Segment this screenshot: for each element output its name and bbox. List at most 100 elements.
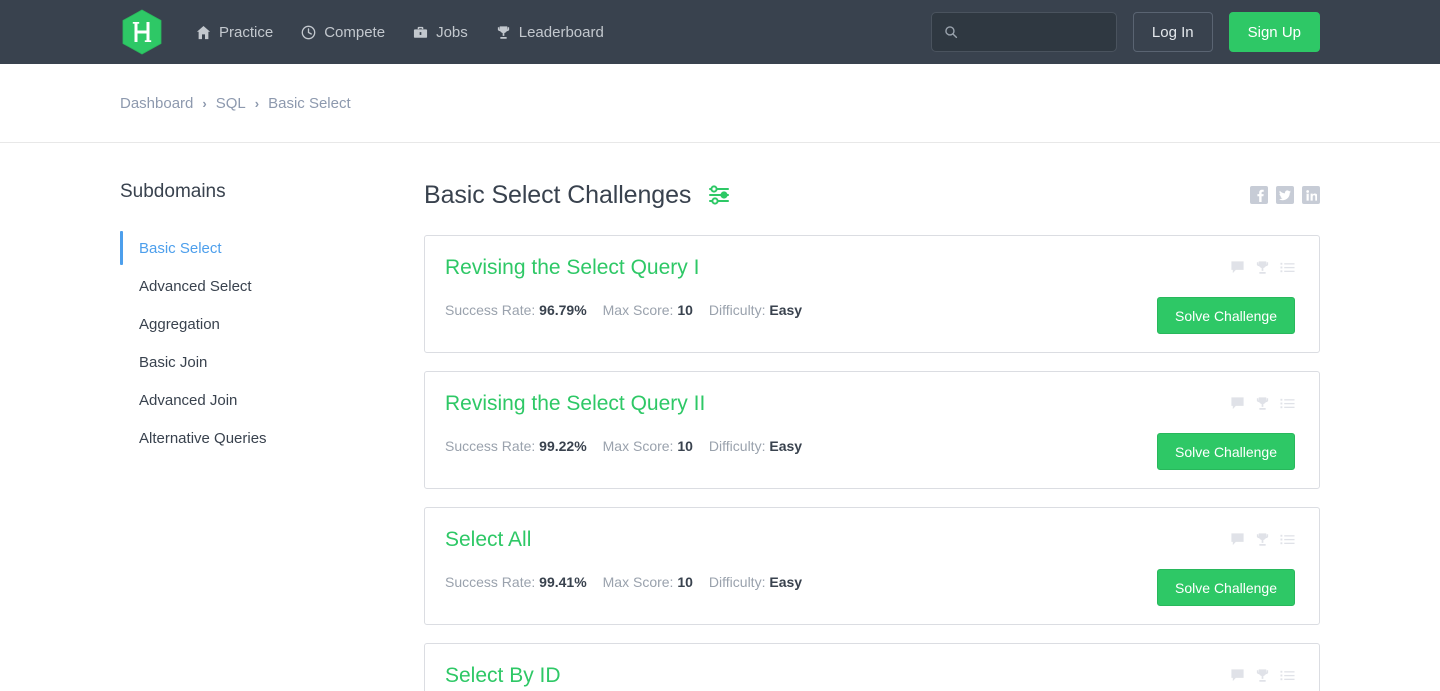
page-title: Basic Select Challenges: [424, 180, 692, 209]
leaderboard-trophy-icon[interactable]: [1255, 668, 1270, 683]
challenge-stats: Success Rate: 99.41% Max Score: 10 Diffi…: [445, 574, 802, 590]
difficulty-stat: Difficulty: Easy: [709, 438, 802, 454]
challenge-card[interactable]: Revising the Select Query I Success Rate…: [424, 235, 1320, 353]
facebook-share-icon[interactable]: [1250, 186, 1268, 204]
sidebar-item-alternative-queries[interactable]: Alternative Queries: [120, 419, 424, 457]
leaderboard-trophy-icon[interactable]: [1255, 532, 1270, 547]
discussions-icon[interactable]: [1230, 668, 1245, 683]
challenge-card-top: Select By ID: [445, 662, 1295, 689]
page-body: Subdomains Basic Select Advanced Select …: [0, 143, 1440, 691]
challenge-card-icons: [1230, 662, 1295, 683]
difficulty-value: Easy: [769, 438, 803, 455]
difficulty-stat: Difficulty: Easy: [709, 302, 802, 318]
max-score-stat: Max Score: 10: [603, 302, 693, 318]
breadcrumb-separator: ›: [202, 95, 207, 111]
nav-item-leaderboard[interactable]: Leaderboard: [496, 24, 604, 41]
difficulty-value: Easy: [769, 574, 803, 591]
solve-challenge-button[interactable]: Solve Challenge: [1157, 433, 1295, 470]
discussions-icon[interactable]: [1230, 532, 1245, 547]
social-share-group: [1250, 186, 1320, 204]
challenges-main: Basic Select Challenges Revising the Sel…: [424, 143, 1320, 691]
main-nav: Practice Compete Jobs Leaderboard: [196, 24, 604, 41]
sidebar-item-basic-join[interactable]: Basic Join: [120, 343, 424, 381]
discussions-icon[interactable]: [1230, 260, 1245, 275]
sliders-filter-icon[interactable]: [708, 185, 732, 205]
challenge-title[interactable]: Revising the Select Query I: [445, 254, 699, 281]
sidebar-item-label: Basic Select: [139, 239, 222, 257]
success-rate-value: 96.79%: [539, 302, 587, 319]
success-rate-stat: Success Rate: 96.79%: [445, 302, 587, 318]
hackerrank-logo[interactable]: [120, 8, 164, 56]
log-in-button[interactable]: Log In: [1132, 12, 1213, 52]
editorial-list-icon[interactable]: [1280, 532, 1295, 547]
breadcrumb: Dashboard › SQL › Basic Select: [120, 95, 351, 112]
nav-item-compete[interactable]: Compete: [301, 24, 385, 41]
breadcrumb-bar: Dashboard › SQL › Basic Select: [0, 64, 1440, 143]
difficulty-label: Difficulty:: [708, 438, 766, 455]
sign-up-button[interactable]: Sign Up: [1228, 12, 1320, 52]
sidebar-title: Subdomains: [120, 181, 226, 202]
difficulty-stat: Difficulty: Easy: [709, 574, 802, 590]
clock-icon: [301, 25, 316, 40]
max-score-stat: Max Score: 10: [603, 574, 693, 590]
challenge-card[interactable]: Revising the Select Query II Success Rat…: [424, 371, 1320, 489]
search-icon: [944, 25, 958, 39]
discussions-icon[interactable]: [1230, 396, 1245, 411]
sidebar-item-basic-select[interactable]: Basic Select: [120, 229, 424, 267]
nav-label: Leaderboard: [518, 23, 604, 41]
challenge-stats: Success Rate: 96.79% Max Score: 10 Diffi…: [445, 302, 802, 318]
solve-challenge-button[interactable]: Solve Challenge: [1157, 297, 1295, 334]
challenge-title[interactable]: Select All: [445, 526, 531, 553]
challenge-title[interactable]: Select By ID: [445, 662, 561, 689]
challenge-card[interactable]: Select All Success Rate: 99.41% Max Scor…: [424, 507, 1320, 625]
nav-label: Practice: [219, 23, 274, 41]
success-rate-value: 99.22%: [539, 438, 587, 455]
challenge-card[interactable]: Select By ID Solve Challenge: [424, 643, 1320, 691]
difficulty-label: Difficulty:: [708, 302, 766, 319]
sidebar-item-aggregation[interactable]: Aggregation: [120, 305, 424, 343]
max-score-value: 10: [677, 302, 693, 319]
breadcrumb-separator: ›: [254, 95, 260, 111]
sidebar-item-label: Advanced Select: [139, 277, 252, 295]
sidebar-item-advanced-join[interactable]: Advanced Join: [120, 381, 424, 419]
header-actions: Log In Sign Up: [930, 12, 1320, 52]
max-score-stat: Max Score: 10: [603, 438, 693, 454]
max-score-value: 10: [677, 574, 693, 591]
success-rate-stat: Success Rate: 99.41%: [445, 574, 587, 590]
breadcrumb-item-dashboard[interactable]: Dashboard: [120, 95, 193, 112]
difficulty-label: Difficulty:: [708, 574, 766, 591]
challenge-title[interactable]: Revising the Select Query II: [445, 390, 705, 417]
success-rate-label: Success Rate:: [445, 438, 536, 455]
subdomain-list: Basic Select Advanced Select Aggregation…: [120, 229, 424, 457]
sidebar-item-advanced-select[interactable]: Advanced Select: [120, 267, 424, 305]
sidebar-item-label: Alternative Queries: [139, 429, 267, 447]
difficulty-value: Easy: [769, 302, 803, 319]
editorial-list-icon[interactable]: [1280, 260, 1295, 275]
editorial-list-icon[interactable]: [1280, 396, 1295, 411]
search-box[interactable]: [930, 12, 1148, 52]
solve-challenge-button[interactable]: Solve Challenge: [1157, 569, 1295, 606]
nav-item-practice[interactable]: Practice: [196, 24, 273, 41]
nav-item-jobs[interactable]: Jobs: [413, 24, 468, 41]
breadcrumb-item-basic-select: Basic Select: [268, 94, 351, 112]
sidebar-item-label: Advanced Join: [139, 391, 238, 409]
trophy-icon: [496, 25, 511, 40]
leaderboard-trophy-icon[interactable]: [1255, 396, 1270, 411]
breadcrumb-item-sql[interactable]: SQL: [216, 95, 246, 112]
max-score-label: Max Score:: [602, 574, 674, 591]
success-rate-value: 99.41%: [539, 574, 587, 591]
editorial-list-icon[interactable]: [1280, 668, 1295, 683]
leaderboard-trophy-icon[interactable]: [1255, 260, 1270, 275]
search-input[interactable]: [966, 24, 1148, 40]
nav-label: Compete: [324, 23, 386, 41]
max-score-label: Max Score:: [602, 438, 674, 455]
challenge-stats: Success Rate: 99.22% Max Score: 10 Diffi…: [445, 438, 802, 454]
challenge-card-icons: [1230, 254, 1295, 275]
linkedin-share-icon[interactable]: [1302, 186, 1320, 204]
nav-label: Jobs: [436, 23, 468, 41]
success-rate-label: Success Rate:: [445, 302, 536, 319]
sidebar-item-label: Basic Join: [139, 353, 208, 371]
twitter-share-icon[interactable]: [1276, 186, 1294, 204]
challenge-card-icons: [1230, 526, 1295, 547]
sidebar-item-label: Aggregation: [139, 315, 220, 333]
